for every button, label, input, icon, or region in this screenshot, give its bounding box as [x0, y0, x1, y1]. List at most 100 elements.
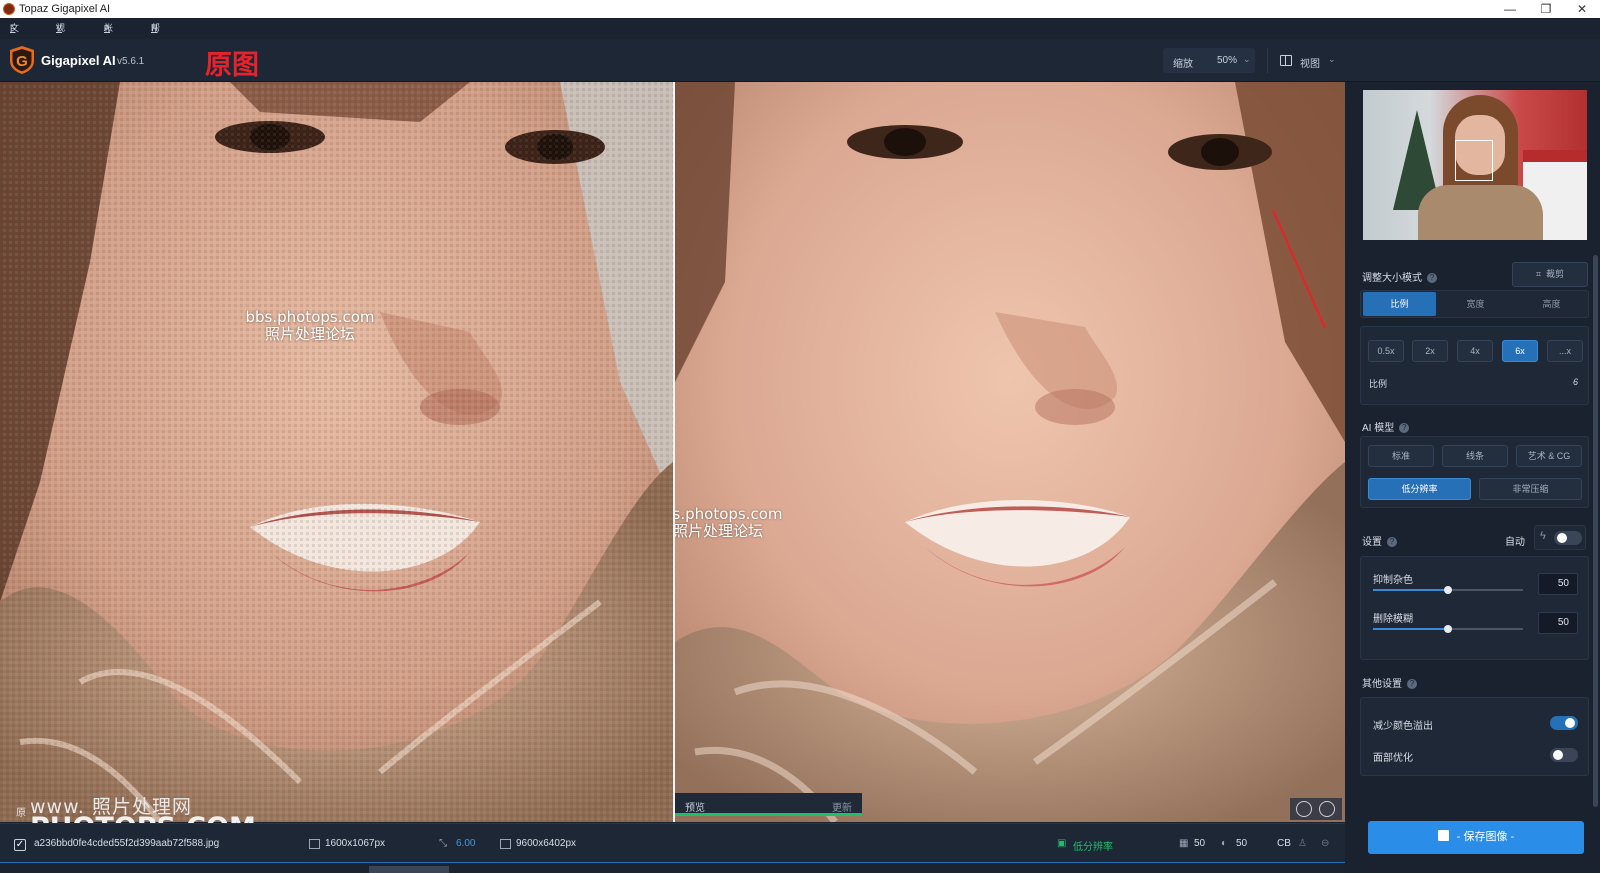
noise-slider-knob[interactable] [1444, 586, 1452, 594]
blur-slider-knob[interactable] [1444, 625, 1452, 633]
face-refine-label: 面部优化 [1373, 753, 1413, 764]
auto-toggle[interactable] [1554, 531, 1582, 545]
model-tag: 低分辨率 [1073, 842, 1113, 853]
remove-icon[interactable]: ⊖ [1321, 838, 1329, 849]
blur-value-input[interactable]: 50 [1538, 612, 1578, 634]
save-disk-icon [1437, 830, 1449, 841]
model-tag-icon: ▣ [1057, 838, 1067, 849]
scale-value[interactable]: 6 [1573, 377, 1578, 387]
red-arrow-annotation [1273, 210, 1326, 329]
face-off-icon: ♙ [1298, 838, 1307, 849]
scale-label: 比例 [1369, 379, 1388, 389]
chevron-down-icon: ⌄ [1328, 54, 1336, 64]
file-list-scrollbar[interactable] [369, 866, 449, 873]
view-mode-dropdown[interactable]: 视图 ⌄ [1267, 48, 1339, 73]
model-art-cg-button[interactable]: 艺术 & CG [1516, 445, 1582, 467]
gigapixel-window: Topaz Gigapixel AI — ❐ ✕ 文件F 视图V 帐户A 帮助H… [0, 0, 1600, 873]
tab-height[interactable]: 高度 [1515, 292, 1588, 316]
model-lines-button[interactable]: 线条 [1442, 445, 1508, 467]
scale-0-5x-button[interactable]: 0.5x [1368, 340, 1404, 362]
noise-value-input[interactable]: 50 [1538, 573, 1578, 595]
file-name: a236bbd0fe4cded55f2d399aab72f588.jpg [34, 838, 220, 849]
minimize-button[interactable]: — [1492, 0, 1528, 18]
blur-level: 50 [1236, 838, 1248, 849]
original-pane-label: 原 [16, 808, 26, 819]
zoom-value: 50% [1217, 55, 1238, 66]
tab-width[interactable]: 宽度 [1439, 292, 1512, 316]
other-settings-card: 减少颜色溢出 面部优化 [1360, 697, 1589, 776]
settings-title: 设置? [1362, 533, 1397, 548]
split-view-icon [1280, 55, 1292, 66]
neutral-face-icon[interactable] [1319, 801, 1335, 817]
preview-status-bar: 预览 更新 [675, 793, 862, 816]
resize-mode-tabs: 比例 宽度 高度 [1360, 290, 1589, 318]
file-list-bar[interactable]: ✓ a236bbd0fe4cded55f2d399aab72f588.jpg 1… [0, 823, 1345, 863]
output-size-icon [500, 839, 511, 849]
crop-button[interactable]: ⌗ 裁剪 [1512, 262, 1588, 287]
input-size: 1600x1067px [325, 838, 386, 849]
scale-4x-button[interactable]: 4x [1457, 340, 1493, 362]
blur-slider-fill [1373, 628, 1448, 630]
app-header: G Gigapixel AI v5.6.1 原图 缩放 50% ⌄ 视图 ⌄ [0, 39, 1600, 82]
model-compressed-button[interactable]: 非常压缩 [1479, 478, 1582, 500]
file-checkbox[interactable]: ✓ [14, 839, 26, 851]
update-label[interactable]: 更新 [832, 799, 852, 814]
window-title: Topaz Gigapixel AI [19, 3, 111, 15]
settings-card: 抑制杂色 50 删除模糊 50 [1360, 556, 1589, 660]
crop-icon: ⌗ [1535, 269, 1542, 279]
brand-name: Gigapixel AI [41, 53, 116, 68]
save-image-button[interactable]: - 保存图像 - [1368, 821, 1584, 854]
navigator-selection-box[interactable] [1455, 140, 1493, 181]
color-bleed-label: 减少颜色溢出 [1373, 721, 1433, 732]
gigapixel-logo-icon: G [10, 46, 34, 74]
resize-mode-title: 调整大小模式? [1362, 269, 1437, 284]
menu-help[interactable]: 帮助H [151, 18, 160, 54]
model-low-res-button[interactable]: 低分辨率 [1368, 478, 1471, 500]
zoom-label: 缩放 [1173, 59, 1193, 70]
tab-scale[interactable]: 比例 [1363, 292, 1436, 316]
svg-text:G: G [16, 53, 28, 70]
preview-photo [675, 82, 1345, 822]
input-size-icon [309, 839, 320, 849]
noise-level: 50 [1194, 838, 1206, 849]
view-label: 视图 [1300, 59, 1320, 70]
navigator-thumbnail[interactable] [1363, 90, 1587, 240]
smile-face-icon[interactable] [1296, 801, 1312, 817]
watermark-text: bbs.photops.com 照片处理论坛 [675, 505, 783, 540]
ai-model-title: AI 模型? [1362, 419, 1410, 434]
menu-view[interactable]: 视图V [56, 18, 65, 54]
ai-model-card: 标准 线条 艺术 & CG 低分辨率 非常压缩 [1360, 436, 1589, 508]
maximize-button[interactable]: ❐ [1528, 0, 1564, 18]
original-image-pane[interactable]: bbs.photops.com 照片处理论坛 [0, 82, 673, 822]
scale-custom-button[interactable]: ...x [1547, 340, 1583, 362]
auto-label: 自动 [1505, 537, 1525, 548]
scale-factor: 6.00 [456, 838, 476, 849]
menu-file[interactable]: 文件F [10, 18, 19, 54]
thumb-coat [1418, 185, 1543, 240]
expand-arrows-icon: ⤡ [439, 838, 447, 849]
color-bleed-toggle[interactable] [1550, 716, 1578, 730]
lightning-icon: ϟ [1540, 530, 1546, 542]
preview-image-pane[interactable]: bbs.photops.com 照片处理论坛 [675, 82, 1345, 822]
original-overlay-label: 原图 [205, 50, 259, 81]
noise-label: 抑制杂色 [1373, 575, 1413, 586]
scale-6x-button[interactable]: 6x [1502, 340, 1538, 362]
app-logo-icon [3, 3, 15, 15]
help-icon: ? [1387, 537, 1397, 547]
menu-bar: 文件F 视图V 帐户A 帮助H [0, 18, 1600, 54]
blur-label: 删除模糊 [1373, 614, 1413, 625]
face-refine-toggle[interactable] [1550, 748, 1578, 762]
output-size: 9600x6402px [516, 838, 577, 849]
menu-account[interactable]: 帐户A [104, 18, 113, 54]
help-icon: ? [1427, 273, 1437, 283]
noise-slider-fill [1373, 589, 1448, 591]
preview-progress-bar [675, 813, 862, 816]
scale-2x-button[interactable]: 2x [1412, 340, 1448, 362]
panel-scrollbar[interactable] [1593, 255, 1598, 807]
model-standard-button[interactable]: 标准 [1368, 445, 1434, 467]
close-button[interactable]: ✕ [1564, 0, 1600, 18]
zoom-dropdown[interactable]: 缩放 50% ⌄ [1163, 48, 1255, 73]
version-label: v5.6.1 [117, 56, 145, 67]
cb-label: CB [1277, 838, 1291, 849]
title-bar: Topaz Gigapixel AI — ❐ ✕ [0, 0, 1600, 18]
